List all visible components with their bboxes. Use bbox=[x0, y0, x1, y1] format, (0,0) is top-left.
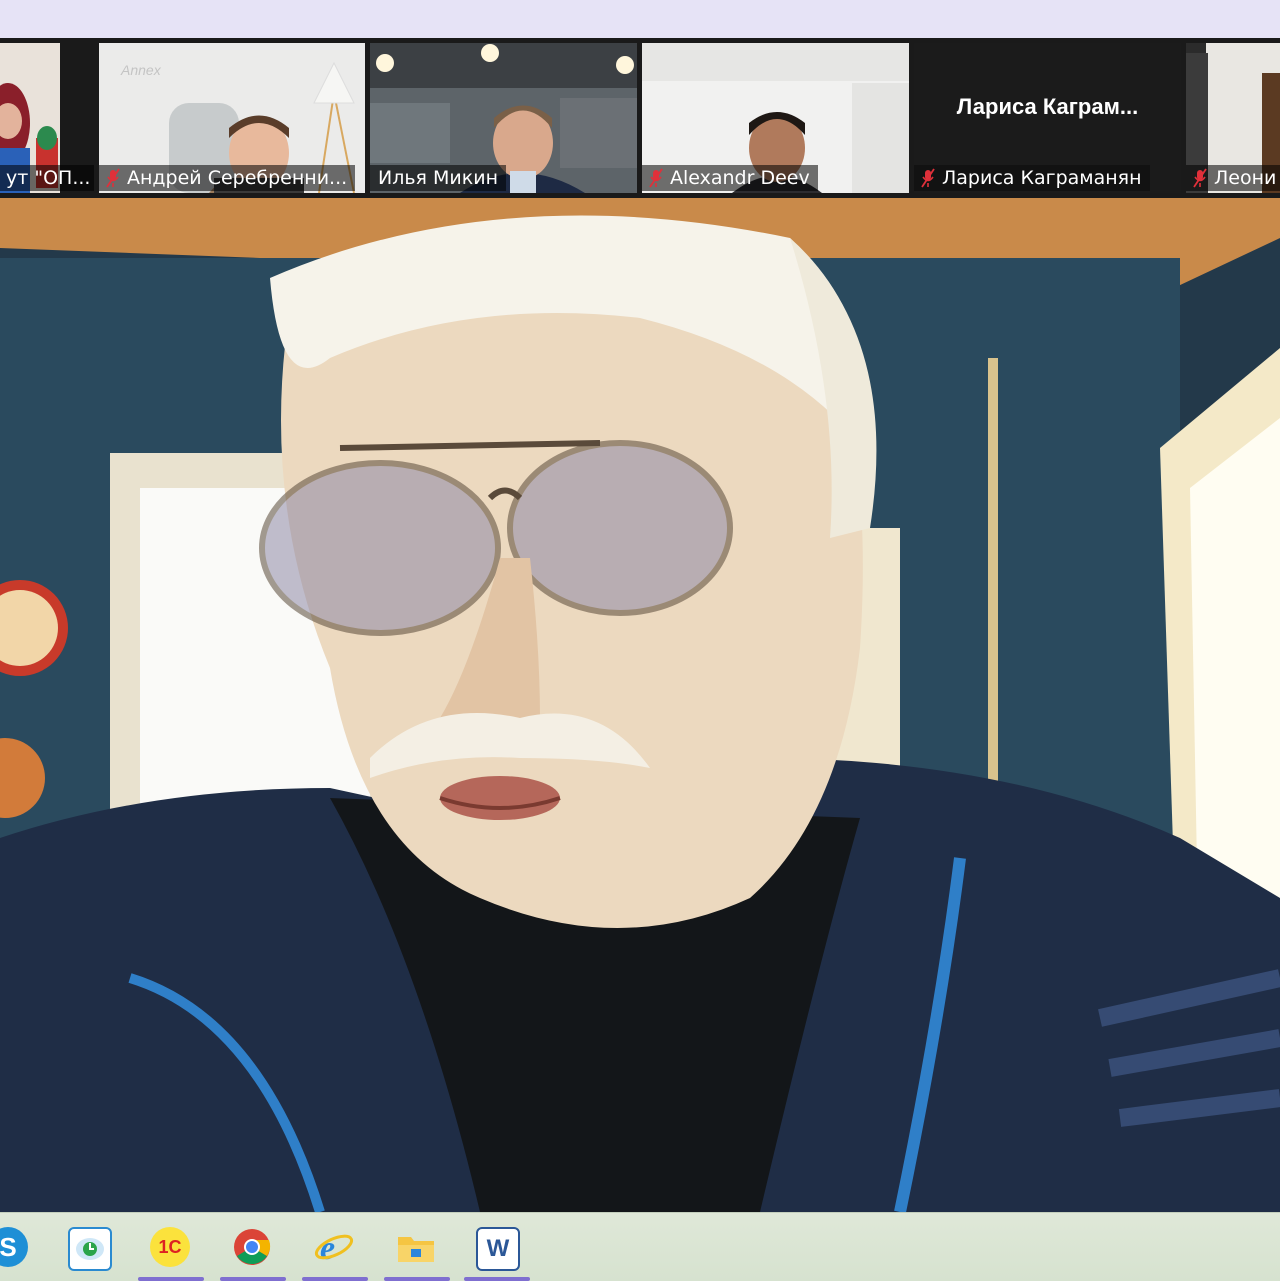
participant-name-3: Илья Микин bbox=[370, 165, 507, 191]
participant-name-5: Лариса Каграманян bbox=[914, 165, 1150, 191]
active-app-indicator bbox=[464, 1277, 530, 1281]
active-app-indicator bbox=[138, 1277, 204, 1281]
1c-label: 1С bbox=[158, 1236, 182, 1257]
window-top-band bbox=[0, 0, 1280, 38]
muted-mic-icon bbox=[920, 168, 936, 188]
participant-name-4: Alexandr Deev bbox=[642, 165, 818, 191]
participant-tile-5[interactable]: Лариса Каграм... Лариса Каграманян bbox=[914, 43, 1181, 193]
muted-mic-icon bbox=[105, 168, 121, 188]
speaker-video-frame bbox=[0, 198, 1280, 1212]
participant-tile-3[interactable]: Илья Микин bbox=[370, 43, 637, 193]
participant-name-6: Леони bbox=[1186, 165, 1280, 191]
svg-text:e: e bbox=[320, 1230, 335, 1267]
active-app-indicator bbox=[302, 1277, 368, 1281]
file-explorer-icon[interactable] bbox=[396, 1227, 436, 1267]
participant-tile-4[interactable]: Alexandr Deev bbox=[642, 43, 909, 193]
participant-tile-2[interactable]: Annex Андрей Серебренни... bbox=[99, 43, 365, 193]
muted-mic-icon bbox=[1192, 168, 1208, 188]
internet-explorer-icon[interactable]: e bbox=[314, 1227, 354, 1267]
participant-tile-1[interactable]: ут "ОП... bbox=[0, 43, 94, 193]
chrome-icon[interactable] bbox=[232, 1227, 272, 1267]
muted-mic-icon bbox=[648, 168, 664, 188]
participant-display-name-5: Лариса Каграм... bbox=[956, 94, 1139, 119]
svg-text:Annex: Annex bbox=[120, 62, 162, 78]
1c-icon[interactable]: 1С bbox=[150, 1227, 190, 1267]
skype-icon[interactable]: S bbox=[0, 1227, 28, 1267]
word-icon[interactable]: W bbox=[476, 1227, 520, 1271]
word-label: W bbox=[486, 1235, 510, 1262]
windows-taskbar: S 1С e W bbox=[0, 1212, 1280, 1281]
participant-name-1: ут "ОП... bbox=[0, 165, 94, 191]
participant-name-2: Андрей Серебренни... bbox=[99, 165, 356, 191]
active-app-indicator bbox=[384, 1277, 450, 1281]
clock-app-icon[interactable] bbox=[68, 1227, 112, 1271]
active-app-indicator bbox=[220, 1277, 286, 1281]
active-speaker-video bbox=[0, 198, 1280, 1212]
participant-tile-6[interactable]: Леони bbox=[1186, 43, 1280, 193]
